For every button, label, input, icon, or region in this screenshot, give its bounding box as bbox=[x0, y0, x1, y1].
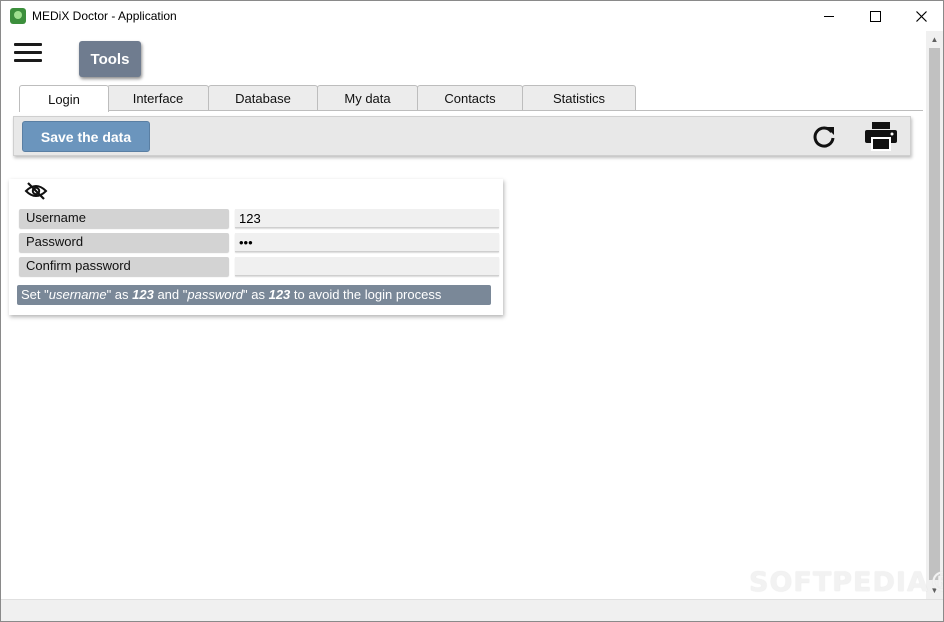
close-icon bbox=[915, 10, 927, 22]
status-bar bbox=[1, 599, 943, 621]
menu-icon[interactable] bbox=[14, 43, 42, 63]
username-label: Username bbox=[19, 209, 229, 228]
application-window: MEDiX Doctor - Application Tools Login I… bbox=[0, 0, 944, 622]
hint-username-value: 123 bbox=[132, 287, 154, 302]
eye-off-icon[interactable] bbox=[24, 181, 48, 201]
scroll-up-icon[interactable]: ▲ bbox=[926, 31, 943, 48]
scroll-thumb[interactable] bbox=[929, 48, 940, 580]
hint-password-value: 123 bbox=[268, 287, 291, 302]
save-button[interactable]: Save the data bbox=[22, 121, 150, 152]
login-hint: Set "username" as 123 and "password" as … bbox=[17, 285, 491, 305]
hint-text: Set " bbox=[21, 287, 49, 302]
vertical-scrollbar[interactable]: ▲ ▼ bbox=[926, 31, 943, 599]
hint-text: and " bbox=[153, 287, 188, 302]
tab-divider bbox=[19, 110, 923, 111]
tab-database[interactable]: Database bbox=[208, 85, 318, 110]
hint-username-word: username bbox=[48, 287, 107, 302]
close-button[interactable] bbox=[898, 1, 943, 31]
login-panel: Username Password Confirm password Set "… bbox=[9, 179, 503, 315]
password-input[interactable] bbox=[235, 233, 499, 252]
tab-my-data[interactable]: My data bbox=[317, 85, 418, 110]
tab-interface[interactable]: Interface bbox=[107, 85, 209, 110]
tab-contacts[interactable]: Contacts bbox=[417, 85, 523, 110]
confirm-password-input[interactable] bbox=[235, 257, 499, 276]
hint-text: " as bbox=[243, 287, 269, 302]
username-input[interactable] bbox=[235, 209, 499, 228]
password-label: Password bbox=[19, 233, 229, 252]
refresh-icon[interactable] bbox=[810, 123, 838, 151]
minimize-button[interactable] bbox=[806, 1, 852, 31]
action-toolbar: Save the data bbox=[13, 116, 911, 156]
hint-text: to avoid the login process bbox=[290, 287, 442, 302]
watermark: SOFTPEDIA® bbox=[749, 567, 944, 598]
tab-statistics[interactable]: Statistics bbox=[522, 85, 636, 110]
tools-button[interactable]: Tools bbox=[79, 41, 141, 77]
maximize-button[interactable] bbox=[852, 1, 898, 31]
window-title: MEDiX Doctor - Application bbox=[32, 9, 177, 23]
title-bar: MEDiX Doctor - Application bbox=[1, 1, 943, 31]
hint-text: " as bbox=[106, 287, 133, 302]
confirm-password-label: Confirm password bbox=[19, 257, 229, 276]
print-icon[interactable] bbox=[864, 121, 898, 151]
hint-password-word: password bbox=[187, 287, 244, 302]
minimize-icon bbox=[824, 15, 834, 17]
maximize-icon bbox=[869, 10, 881, 22]
tab-login[interactable]: Login bbox=[19, 85, 109, 112]
app-icon bbox=[10, 8, 26, 24]
